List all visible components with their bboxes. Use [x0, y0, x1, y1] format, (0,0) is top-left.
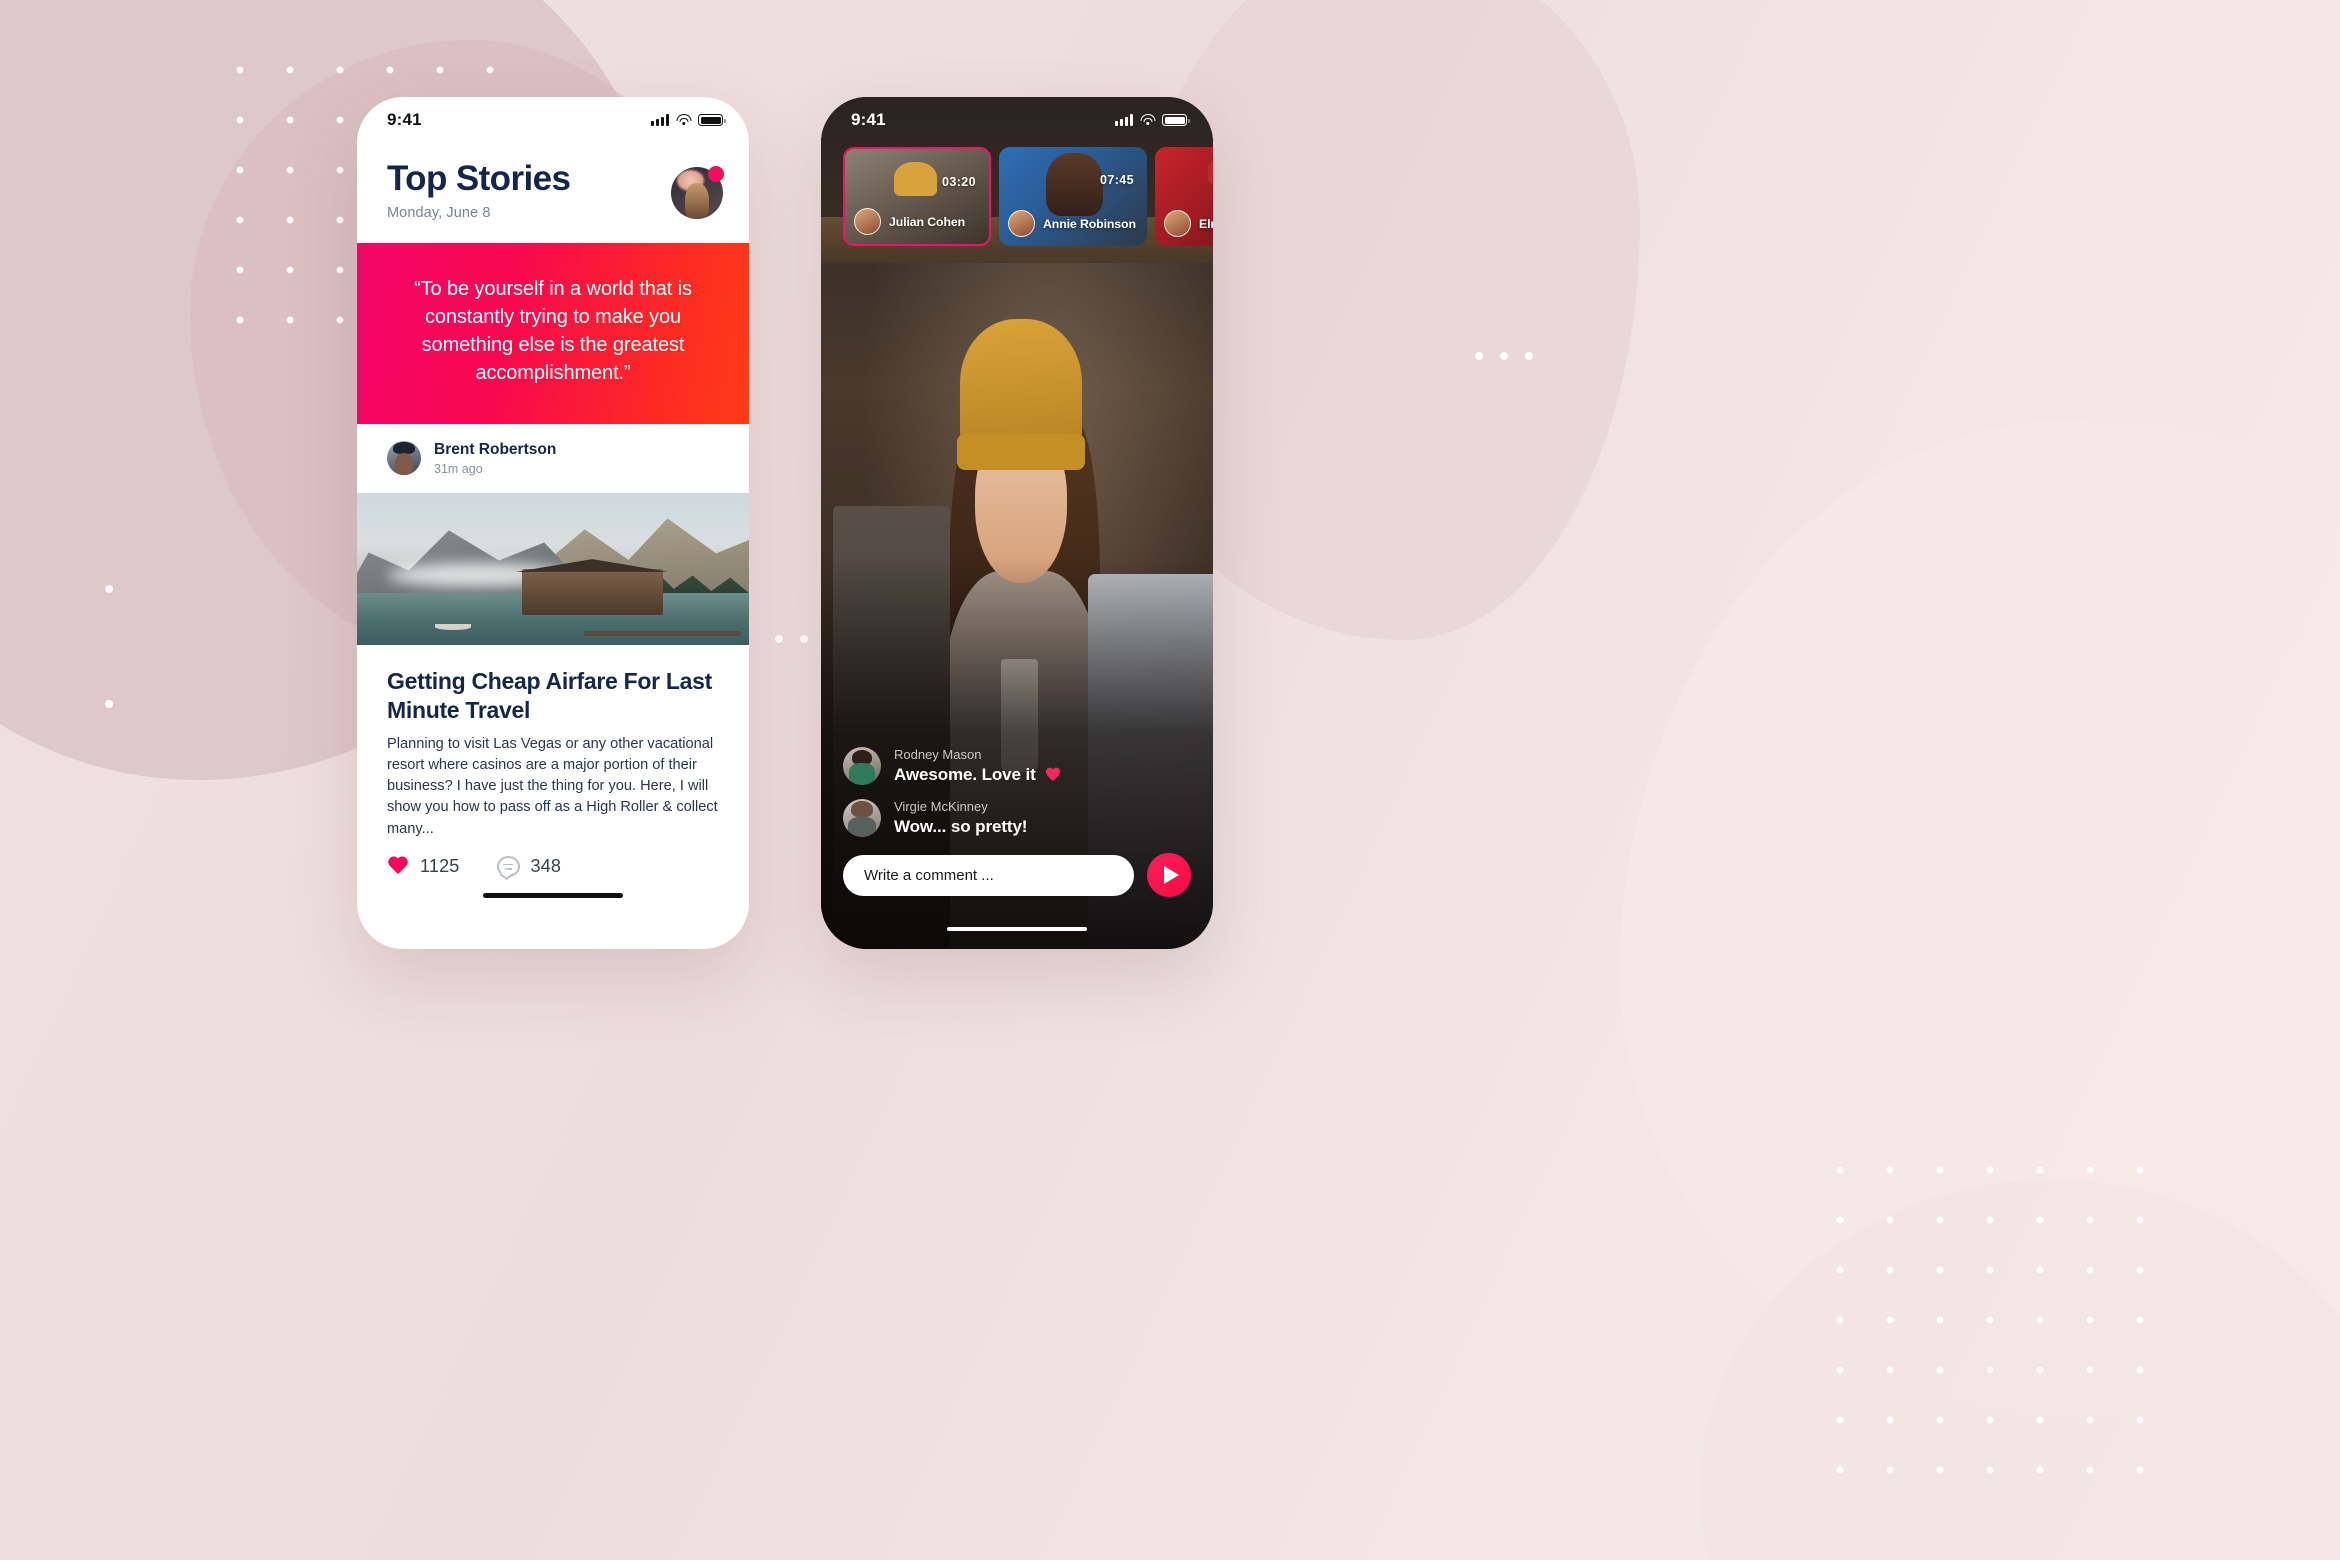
dot-accent — [775, 635, 783, 643]
page-title: Top Stories — [387, 159, 571, 198]
commenter-avatar — [843, 798, 881, 837]
dot-pattern — [1815, 1145, 2185, 1475]
signal-icon — [1115, 114, 1133, 126]
article-title: Getting Cheap Airfare For Last Minute Tr… — [387, 668, 712, 723]
story-card[interactable]: 07:45 Annie Robinson — [999, 147, 1147, 246]
story-user-name: Julian Cohen — [889, 214, 966, 229]
stories-carousel[interactable]: 03:20 Julian Cohen 07:45 Annie Robinson … — [821, 147, 1213, 247]
story-avatar — [1008, 210, 1035, 237]
story-duration: 03:20 — [942, 175, 976, 189]
status-bar-icons — [651, 114, 726, 126]
story-avatar — [854, 208, 881, 235]
story-user-name: Elmer — [1199, 216, 1213, 231]
heart-icon — [387, 857, 409, 877]
commenter-avatar — [843, 746, 881, 785]
status-bar: 9:41 — [821, 97, 1213, 143]
header-text-group: Top Stories Monday, June 8 — [387, 159, 571, 221]
story-duration: 07:45 — [1100, 173, 1134, 187]
battery-icon — [1162, 114, 1190, 126]
status-bar: 9:41 — [357, 97, 749, 143]
article-hero-image[interactable] — [357, 493, 749, 646]
like-button[interactable]: 1125 — [387, 856, 460, 877]
author-timestamp: 31m ago — [434, 462, 483, 477]
comment-button[interactable]: 348 — [473, 856, 562, 878]
home-indicator[interactable] — [483, 893, 623, 898]
author-info: Brent Robertson 31m ago — [434, 441, 556, 477]
comment-text: Awesome. Love it — [894, 764, 1036, 784]
engagement-bar: 1125 348 — [357, 840, 749, 878]
battery-icon — [698, 114, 726, 126]
commenter-name: Rodney Mason — [894, 746, 982, 762]
author-name: Brent Robertson — [434, 440, 557, 458]
hero-boat — [435, 623, 471, 630]
hero-pier — [584, 631, 742, 636]
comment-item[interactable]: Virgie McKinney Wow... so pretty! — [843, 799, 1191, 837]
story-user-name: Annie Robinson — [1043, 216, 1136, 231]
story-footer: Julian Cohen — [854, 208, 983, 235]
page-subtitle-date: Monday, June 8 — [387, 204, 491, 221]
comment-text-row: Awesome. Love it — [894, 765, 1061, 785]
story-footer: Annie Robinson — [1008, 210, 1141, 237]
dot-accent — [105, 585, 113, 593]
dot-accent — [1525, 352, 1533, 360]
comment-count: 348 — [530, 856, 562, 877]
comments-list: Rodney Mason Awesome. Love it Virgie McK… — [843, 747, 1191, 838]
comment-item[interactable]: Rodney Mason Awesome. Love it — [843, 747, 1191, 785]
comment-body: Rodney Mason Awesome. Love it — [894, 747, 1061, 785]
heart-icon — [1045, 768, 1061, 783]
article-block[interactable]: Getting Cheap Airfare For Last Minute Tr… — [357, 645, 749, 840]
feed-header: Top Stories Monday, June 8 — [357, 143, 749, 243]
story-footer: Elmer — [1164, 210, 1213, 237]
phone-right-story-viewer: 9:41 03:20 Julian Cohen 07:45 Annie Robi… — [821, 97, 1213, 949]
author-avatar — [387, 441, 421, 476]
notification-dot-icon — [708, 166, 724, 182]
comment-text: Wow... so pretty! — [894, 817, 1028, 836]
comment-composer — [843, 853, 1191, 897]
quote-card[interactable]: “To be yourself in a world that is const… — [357, 242, 749, 424]
wifi-icon — [1140, 114, 1155, 126]
comment-input[interactable] — [843, 854, 1134, 896]
send-icon — [1163, 866, 1179, 884]
story-avatar — [1164, 210, 1191, 237]
dot-accent — [105, 700, 113, 708]
like-count: 1125 — [420, 856, 460, 877]
subject-beanie — [956, 318, 1086, 470]
author-byline[interactable]: Brent Robertson 31m ago — [357, 423, 749, 494]
dot-accent — [1475, 352, 1483, 360]
status-bar-time: 9:41 — [387, 110, 422, 129]
home-indicator[interactable] — [947, 926, 1087, 931]
story-card[interactable]: 03:20 Julian Cohen — [843, 147, 991, 246]
dot-accent — [800, 635, 808, 643]
article-excerpt: Planning to visit Las Vegas or any other… — [387, 735, 718, 837]
status-bar-icons — [1115, 114, 1190, 126]
comment-text-row: Wow... so pretty! — [894, 817, 1027, 837]
story-card[interactable]: Elmer — [1155, 147, 1213, 246]
comment-body: Virgie McKinney Wow... so pretty! — [894, 799, 1027, 837]
wifi-icon — [676, 114, 691, 126]
profile-avatar-button[interactable] — [671, 166, 724, 219]
send-button[interactable] — [1147, 853, 1191, 897]
comment-bubble-icon — [496, 856, 520, 878]
hero-cabin — [521, 569, 663, 615]
phone-left-news-feed: 9:41 Top Stories Monday, June 8 “To be y… — [357, 97, 749, 949]
commenter-name: Virgie McKinney — [894, 798, 988, 814]
dot-accent — [1500, 352, 1508, 360]
status-bar-time: 9:41 — [851, 110, 886, 129]
quote-text: “To be yourself in a world that is const… — [414, 277, 692, 385]
signal-icon — [651, 114, 669, 126]
